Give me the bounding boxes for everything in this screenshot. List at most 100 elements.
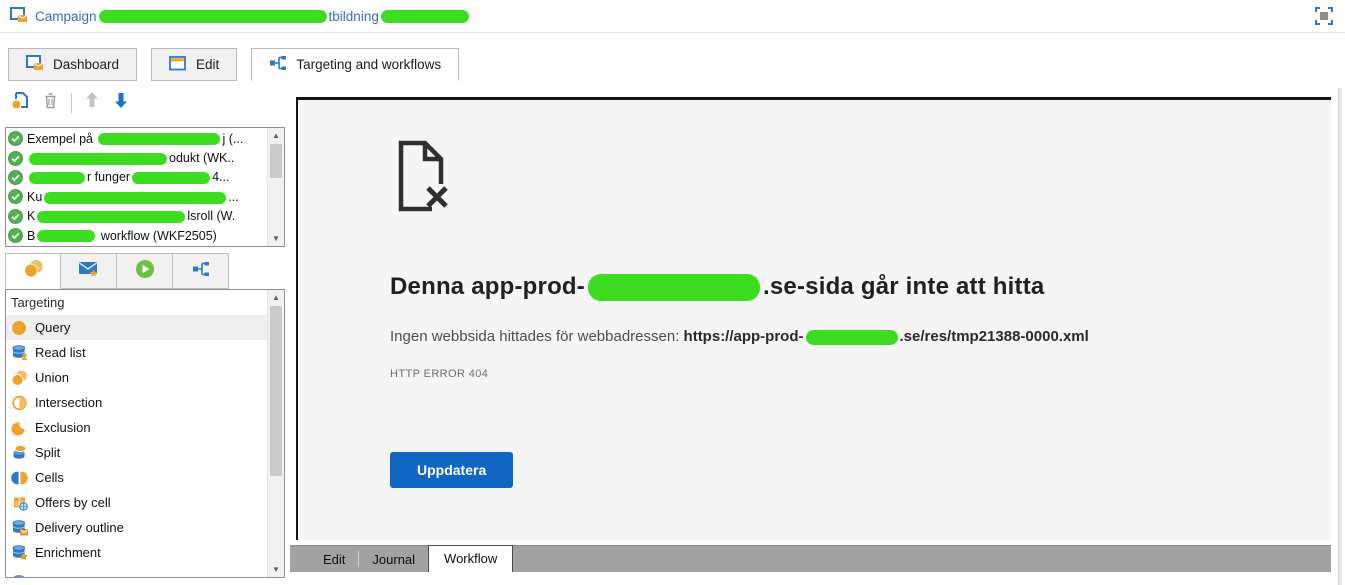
workflow-label: B workflow (WKF2505) [27,228,217,243]
bottom-tab-workflow[interactable]: Workflow [428,545,514,572]
flow-tab-icon [192,261,210,282]
palette-tab-bar [5,253,229,289]
read-list-icon [10,344,28,361]
delete-workflow-button [41,91,60,115]
union-icon [10,370,28,386]
error-url: https://app-prod- .se/res/tmp21388-0000.x… [683,328,1089,346]
bottom-tab-bar: Edit Journal Workflow [290,545,1331,572]
tab-flow-control[interactable] [173,253,229,289]
workflow-list-item[interactable]: Exempel på j (... [6,129,267,148]
workflow-list-item[interactable]: odukt (WK.. [6,148,267,167]
scroll-down-icon[interactable]: ▼ [268,231,284,246]
workflow-list-scrollbar: ▲ ▼ [267,128,284,246]
redaction-bar [588,274,760,302]
check-circle-icon [8,189,23,205]
palette-item-offers-by-cell[interactable]: Offers by cell [6,490,267,515]
redaction-bar [805,329,898,345]
enrichment-icon [10,544,28,561]
palette-item-cells[interactable]: Cells [6,465,267,490]
scrollbar-thumb[interactable] [270,306,282,476]
offers-by-cell-icon [10,494,28,511]
palette-group-header: Targeting [11,295,65,310]
bottom-tab-edit[interactable]: Edit [310,549,358,572]
workflow-list-item[interactable]: Ku... [6,187,267,206]
main-tab-dashboard[interactable]: Dashboard [8,48,138,81]
check-circle-icon [8,170,23,185]
workflow-label: Ku... [27,189,239,204]
delivery-outline-icon [10,519,28,536]
redaction-bar [132,172,211,185]
arrow-down-icon [112,90,130,115]
palette-item-exclusion[interactable]: Exclusion [6,415,267,440]
dashboard-icon [26,55,44,74]
redaction-bar [29,172,85,185]
palette-item-union[interactable]: Union [6,365,267,390]
move-down-button[interactable] [112,90,130,115]
palette-item-label: Exclusion [35,420,91,435]
workflow-list: Exempel på j (... odukt (WK.. r funger 4...… [5,127,285,247]
split-icon [10,444,28,461]
activity-palette: Targeting Query Read list Union Intersectio… [5,289,285,578]
window-title-text: Campaign tbildning [35,9,471,24]
palette-item-enrichment[interactable]: Enrichment [6,540,267,565]
scroll-up-icon[interactable]: ▲ [268,128,284,143]
clipped-item-icon [10,570,28,577]
palette-item-label: Enrichment [35,545,101,560]
targeting-tab-icon [22,259,45,283]
workflow-list-item[interactable]: r funger 4... [6,168,267,187]
deliveries-tab-icon [78,259,100,283]
redaction-bar [37,210,186,223]
workflow-list-rows: Exempel på j (... odukt (WK.. r funger 4...… [6,128,267,246]
tab-execution[interactable] [117,253,173,289]
palette-item-read-list[interactable]: Read list [6,340,267,365]
workflow-list-item[interactable]: B workflow (WKF2505) [6,226,267,245]
redaction-bar [98,133,221,146]
palette-item-label: Offers by cell [35,495,111,510]
workflow-canvas-error-frame: Denna app-prod- .se-sida går inte att hit… [296,97,1331,540]
cells-icon [10,470,28,486]
palette-item-intersection[interactable]: Intersection [6,390,267,415]
redaction-bar [29,152,167,165]
main-tab-targeting-and-workflows[interactable]: Targeting and workflows [251,48,460,81]
palette-item-label: Read list [35,345,86,360]
workflow-list-item[interactable]: Klsroll (W. [6,207,267,226]
main-tab-bar: Dashboard Edit Targeting and workflows [8,48,473,81]
main-tab-edit[interactable]: Edit [151,48,238,81]
scrollbar-thumb[interactable] [270,144,282,178]
tab-label: Targeting and workflows [296,57,442,72]
palette-item-query[interactable]: Query [6,315,267,340]
workflow-toolbar [10,90,130,115]
palette-item-split[interactable]: Split [6,440,267,465]
edit-tab-icon [169,55,187,74]
palette-scrollbar: ▲ ▼ [267,290,284,577]
redaction-bar [98,9,327,23]
campaign-icon [10,6,28,26]
palette-item[interactable] [6,565,267,577]
palette-item-delivery-outline[interactable]: Delivery outline [6,515,267,540]
redaction-bar [44,191,227,204]
outer-scrollbar-track [1338,88,1342,585]
tab-targeting[interactable] [5,253,61,289]
add-workflow-button[interactable] [10,90,30,115]
bottom-tab-journal[interactable]: Journal [359,549,428,572]
palette-item-label: Intersection [35,395,103,410]
redaction-bar [37,230,96,243]
http-error-code: HTTP ERROR 404 [390,368,489,381]
window-title-bar: Campaign tbildning [0,0,1345,33]
exclusion-icon [10,419,28,436]
scroll-down-icon[interactable]: ▼ [268,562,284,577]
intersection-icon [10,395,28,411]
check-circle-icon [8,150,23,166]
palette-item-label: Delivery outline [35,520,124,535]
tab-label: Edit [196,57,220,72]
fullscreen-icon[interactable] [1313,5,1335,32]
window-title: Campaign tbildning [10,6,471,26]
palette-item-label: Union [35,370,69,385]
check-circle-icon [8,131,23,147]
scroll-up-icon[interactable]: ▲ [268,290,284,305]
execution-tab-icon [135,259,155,284]
reload-button[interactable]: Uppdatera [390,452,514,489]
trash-icon [41,91,60,115]
broken-page-icon [390,138,1331,219]
tab-deliveries[interactable] [61,253,117,289]
